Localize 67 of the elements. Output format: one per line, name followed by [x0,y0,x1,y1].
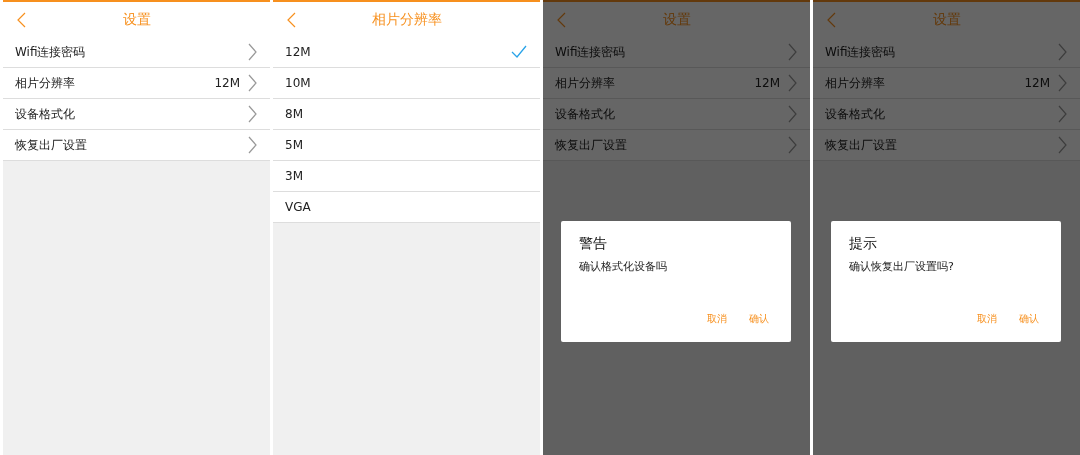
option-item[interactable]: VGA [273,192,540,223]
settings-item[interactable]: 设备格式化 [543,99,810,130]
settings-item[interactable]: 相片分辨率 12M [543,68,810,99]
chevron-right-icon [788,74,797,92]
back-icon[interactable] [557,12,566,28]
chevron-right-icon [248,105,257,123]
settings-item[interactable]: Wifi连接密码 [3,37,270,68]
option-label: VGA [285,200,312,214]
option-label: 10M [285,76,312,90]
dialog-button[interactable]: 确认 [1015,310,1043,328]
screen-title: 相片分辨率 [371,10,442,29]
dialog-title: 警告 [579,235,608,253]
settings-item[interactable]: 相片分辨率 12M [3,68,270,99]
dialog-button[interactable]: 取消 [703,310,731,328]
option-item[interactable]: 12M [273,37,540,68]
chevron-right-icon [248,136,257,154]
option-item[interactable]: 5M [273,130,540,161]
settings-label: Wifi连接密码 [15,43,87,61]
settings-item[interactable]: 恢复出厂设置 [543,130,810,161]
dialog-message: 确认格式化设备吗 [579,259,668,274]
chevron-right-icon [788,105,797,123]
chevron-right-icon [1058,74,1067,92]
option-label: 3M [285,169,304,183]
chevron-right-icon [788,136,797,154]
option-label: 8M [285,107,304,121]
settings-label: 设备格式化 [15,105,76,123]
settings-value: 12M [754,76,780,90]
settings-label: 相片分辨率 [15,74,76,92]
chevron-right-icon [248,74,257,92]
dialog-title: 提示 [849,235,878,253]
settings-item[interactable]: 设备格式化 [813,99,1080,130]
settings-label: 设备格式化 [555,105,616,123]
settings-item[interactable]: 恢复出厂设置 [3,130,270,161]
settings-label: Wifi连接密码 [825,43,897,61]
settings-label: 相片分辨率 [825,74,886,92]
settings-label: Wifi连接密码 [555,43,627,61]
settings-value: 12M [1024,76,1050,90]
screen-title: 设置 [932,10,961,29]
option-item[interactable]: 8M [273,99,540,130]
dialog-button[interactable]: 确认 [745,310,773,328]
chevron-right-icon [1058,105,1067,123]
settings-label: 恢复出厂设置 [825,136,898,154]
option-item[interactable]: 3M [273,161,540,192]
settings-label: 恢复出厂设置 [15,136,88,154]
chevron-right-icon [1058,136,1067,154]
screen-title: 设置 [662,10,691,29]
settings-item[interactable]: Wifi连接密码 [813,37,1080,68]
option-item[interactable]: 10M [273,68,540,99]
chevron-right-icon [1058,43,1067,61]
chevron-right-icon [788,43,797,61]
settings-item[interactable]: 恢复出厂设置 [813,130,1080,161]
back-icon[interactable] [827,12,836,28]
dialog-button[interactable]: 取消 [973,310,1001,328]
chevron-right-icon [248,43,257,61]
settings-label: 相片分辨率 [555,74,616,92]
screen-title: 设置 [122,10,151,29]
back-icon[interactable] [17,12,26,28]
option-label: 5M [285,138,304,152]
option-label: 12M [285,45,312,59]
settings-value: 12M [214,76,240,90]
settings-label: 设备格式化 [825,105,886,123]
settings-item[interactable]: Wifi连接密码 [543,37,810,68]
settings-item[interactable]: 相片分辨率 12M [813,68,1080,99]
dialog-message: 确认恢复出厂设置吗? [849,259,955,274]
back-icon[interactable] [287,12,296,28]
settings-label: 恢复出厂设置 [555,136,628,154]
settings-item[interactable]: 设备格式化 [3,99,270,130]
